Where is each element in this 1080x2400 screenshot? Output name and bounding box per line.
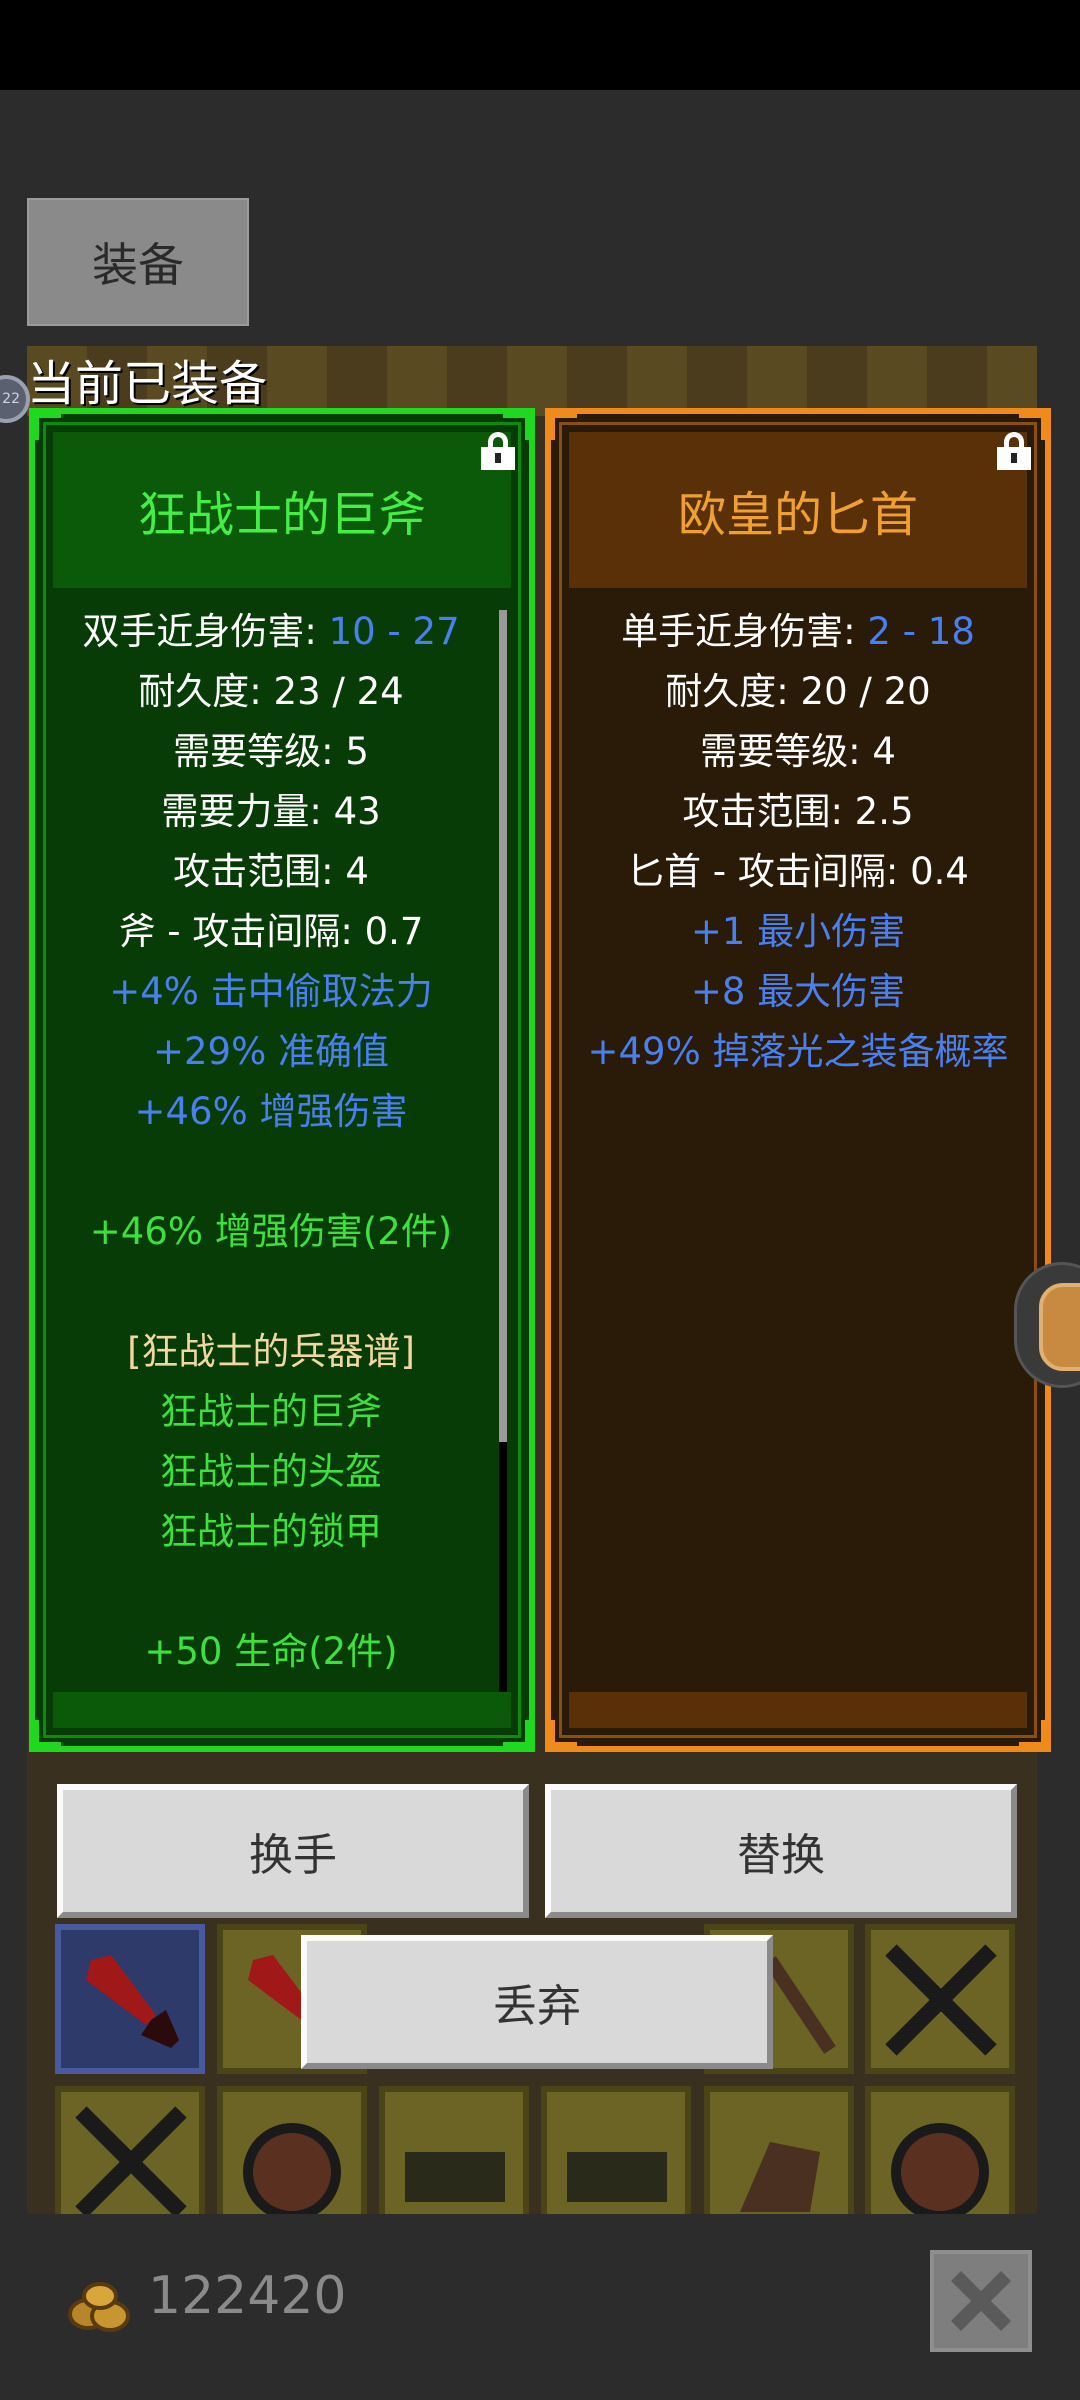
lock-icon[interactable] [997, 432, 1031, 470]
crossed-swords-icon [75, 2106, 187, 2218]
glove-icon [740, 2142, 820, 2212]
scrollbar-thumb[interactable] [499, 610, 507, 1442]
status-bar [0, 0, 1080, 90]
round-shield-icon [891, 2123, 989, 2221]
close-icon [951, 2271, 1011, 2331]
gold-amount: 122420 [148, 2266, 347, 2326]
set-bonus: +46% 增强伤害(2件) [89, 1210, 453, 1253]
lock-icon[interactable] [481, 432, 515, 470]
helmet-icon [567, 2152, 667, 2202]
affix: +29% 准确值 [152, 1030, 389, 1073]
set-item: 狂战士的锁甲 [160, 1510, 382, 1553]
set-bonus: +50 生命(2件) [144, 1630, 398, 1673]
compare-item-name: 欧皇的匕首 [569, 432, 1027, 588]
stat-attack-speed: 斧 - 攻击间隔: 0.7 [118, 910, 424, 953]
crossed-swords-icon [885, 1944, 997, 2056]
close-button[interactable] [930, 2250, 1032, 2352]
set-item: 狂战士的头盔 [160, 1450, 382, 1493]
discard-button[interactable]: 丢弃 [301, 1935, 773, 2069]
set-name: [狂战士的兵器谱] [127, 1330, 415, 1373]
round-shield-icon [243, 2123, 341, 2221]
stat-attack-range: 攻击范围: 4 [173, 850, 369, 893]
replace-button[interactable]: 替换 [545, 1784, 1017, 1918]
stat-attack-speed: 匕首 - 攻击间隔: 0.4 [627, 850, 969, 893]
level-badge: 22 [0, 375, 30, 423]
equipped-item-stats: 双手近身伤害: 10 - 27 耐久度: 23 / 24 需要等级: 5 需要力… [47, 602, 495, 1682]
affix: +1 最小伤害 [690, 910, 906, 953]
affix: +8 最大伤害 [690, 970, 906, 1013]
equipped-item-panel: 狂战士的巨斧 双手近身伤害: 10 - 27 耐久度: 23 / 24 需要等级… [29, 408, 535, 1752]
stat-durability: 耐久度: 23 / 24 [138, 670, 404, 713]
compare-item-panel: 欧皇的匕首 单手近身伤害: 2 - 18 耐久度: 20 / 20 需要等级: … [545, 408, 1051, 1752]
stat-damage: 单手近身伤害: 2 - 18 [621, 610, 975, 653]
compare-item-stats: 单手近身伤害: 2 - 18 耐久度: 20 / 20 需要等级: 4 攻击范围… [563, 602, 1033, 1082]
helmet-icon [405, 2152, 505, 2202]
swap-hands-button[interactable]: 换手 [57, 1784, 529, 1918]
stat-required-level: 需要等级: 5 [173, 730, 369, 773]
affix: +4% 击中偷取法力 [109, 970, 433, 1013]
stat-damage: 双手近身伤害: 10 - 27 [82, 610, 460, 653]
tab-equipment[interactable]: 装备 [27, 198, 249, 326]
current-equipped-label: 当前已装备 [27, 356, 268, 412]
affix: +46% 增强伤害 [134, 1090, 408, 1133]
red-dagger-icon [86, 1955, 179, 2048]
affix: +49% 掉落光之装备概率 [587, 1030, 1009, 1073]
stat-required-strength: 需要力量: 43 [161, 790, 381, 833]
stat-durability: 耐久度: 20 / 20 [665, 670, 931, 713]
equipped-item-name: 狂战士的巨斧 [53, 432, 511, 588]
set-item: 狂战士的巨斧 [160, 1390, 382, 1433]
inventory-slot-red-dagger[interactable] [55, 1924, 205, 2074]
side-menu-button[interactable] [1014, 1262, 1080, 1388]
stat-required-level: 需要等级: 4 [700, 730, 896, 773]
inventory-slot-crossed-swords[interactable] [865, 1924, 1015, 2074]
stats-scrollbar[interactable] [499, 610, 507, 1702]
stat-attack-range: 攻击范围: 2.5 [682, 790, 914, 833]
gold-coin-icon [66, 2278, 132, 2332]
